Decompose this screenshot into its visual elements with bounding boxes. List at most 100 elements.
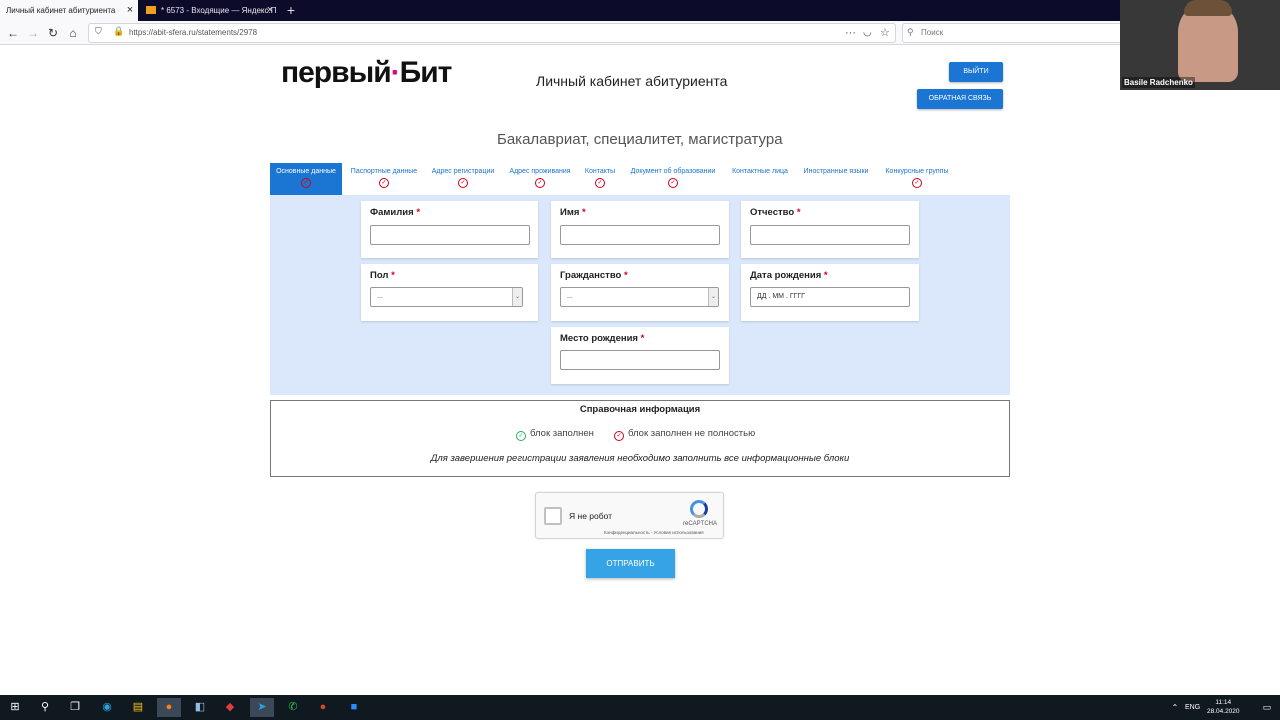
tab-competitive-groups[interactable]: Конкурсные группы ✓ bbox=[880, 163, 954, 195]
submit-button[interactable]: ОТПРАВИТЬ bbox=[586, 549, 675, 578]
patronymic-label: Отчество * bbox=[750, 207, 801, 218]
name-input[interactable] bbox=[560, 225, 720, 245]
browser-tab-active[interactable]: Личный кабинет абитуриента bbox=[0, 0, 138, 21]
tab-label: Паспортные данные bbox=[350, 168, 418, 175]
zoom-icon[interactable]: ■ bbox=[344, 698, 364, 717]
tab-education-document[interactable]: Документ об образовании ✓ bbox=[624, 163, 722, 195]
birthplace-input[interactable] bbox=[560, 350, 720, 370]
info-title: Справочная информация bbox=[579, 404, 701, 415]
logout-button[interactable]: ВЫЙТИ bbox=[949, 62, 1003, 82]
tab-title: Личный кабинет абитуриента bbox=[6, 6, 116, 15]
tab-basic-data[interactable]: Основные данные ✓ bbox=[270, 163, 342, 195]
tab-label: Адрес регистрации bbox=[431, 168, 495, 175]
recaptcha-links[interactable]: Конфиденциальность - Условия использован… bbox=[604, 530, 704, 535]
chevron-down-icon: ⌄ bbox=[708, 288, 718, 306]
select-value: ... bbox=[567, 293, 573, 300]
tab-title: * 6573 - Входящие — Яндекс.П bbox=[161, 6, 277, 15]
gender-select[interactable]: ... ⌄ bbox=[370, 287, 523, 307]
birthdate-card: Дата рождения * ДД . ММ . ГГГГ bbox=[741, 264, 919, 321]
incomplete-check-icon: ✓ bbox=[458, 178, 468, 188]
required-mark: * bbox=[823, 270, 828, 281]
logo-dot: · bbox=[390, 56, 401, 89]
windows-start-icon[interactable]: ⊞ bbox=[5, 698, 25, 717]
name-card: Имя * bbox=[551, 201, 729, 258]
form-tabs: Основные данные ✓ Паспортные данные ✓ Адре… bbox=[270, 163, 1010, 195]
required-mark: * bbox=[640, 333, 645, 344]
chevron-down-icon: ⌄ bbox=[512, 288, 522, 306]
surname-input[interactable] bbox=[370, 225, 530, 245]
clock[interactable]: 11:14 28.04.2020 bbox=[1207, 698, 1240, 716]
label-text: Гражданство bbox=[560, 270, 622, 281]
bookmark-star-icon[interactable]: ☆ bbox=[880, 24, 890, 42]
feedback-button[interactable]: ОБРАТНАЯ СВЯЗЬ bbox=[917, 89, 1003, 109]
page-title: Личный кабинет абитуриента bbox=[536, 73, 728, 89]
recaptcha-brand: reCAPTCHA bbox=[683, 521, 718, 527]
reload-icon[interactable]: ↻ bbox=[44, 24, 62, 42]
label-text: Отчество bbox=[750, 207, 795, 218]
firefox-icon[interactable]: ● bbox=[157, 698, 181, 717]
required-mark: * bbox=[416, 207, 421, 218]
required-mark: * bbox=[624, 270, 628, 281]
citizenship-select[interactable]: ... ⌄ bbox=[560, 287, 719, 307]
tab-contact-persons[interactable]: Контактные лица bbox=[727, 163, 793, 195]
close-icon[interactable]: × bbox=[124, 0, 136, 21]
home-icon[interactable]: ⌂ bbox=[64, 24, 82, 42]
anydesk-icon[interactable]: ◆ bbox=[220, 698, 240, 717]
windows-taskbar: ⊞ ⚲ ❐ ◉ ▤ ● ◧ ◆ ➤ ✆ ● ■ ⌃ ENG 11:14 28.0… bbox=[0, 695, 1280, 720]
label-text: Фамилия bbox=[370, 207, 414, 218]
edge-icon[interactable]: ◉ bbox=[97, 698, 117, 717]
forward-icon[interactable]: → bbox=[24, 24, 42, 42]
tab-residence-address[interactable]: Адрес проживания ✓ bbox=[504, 163, 576, 195]
clock-date: 28.04.2020 bbox=[1207, 708, 1240, 715]
logo[interactable]: первый·Бит bbox=[281, 56, 452, 90]
participant-name: Basile Radchenko bbox=[1122, 77, 1195, 88]
incomplete-check-icon: ✓ bbox=[912, 178, 922, 188]
required-mark: * bbox=[582, 207, 586, 218]
incomplete-check-icon: ✓ bbox=[301, 178, 311, 188]
logo-text-left: первый bbox=[281, 56, 392, 89]
close-icon[interactable]: × bbox=[264, 0, 276, 21]
label-text: Имя bbox=[560, 207, 580, 218]
search-icon[interactable]: ⚲ bbox=[35, 698, 55, 717]
task-view-icon[interactable]: ❐ bbox=[65, 698, 85, 717]
tab-registration-address[interactable]: Адрес регистрации ✓ bbox=[427, 163, 499, 195]
search-icon: ⚲ bbox=[907, 27, 914, 37]
gender-label: Пол * bbox=[370, 270, 395, 281]
app-icon[interactable]: ◧ bbox=[190, 698, 210, 717]
recaptcha-checkbox[interactable] bbox=[544, 507, 562, 525]
tab-contacts[interactable]: Контакты ✓ bbox=[581, 163, 619, 195]
plus-icon[interactable]: + bbox=[285, 0, 297, 21]
language-indicator[interactable]: ENG bbox=[1185, 695, 1200, 720]
more-icon[interactable]: ··· bbox=[845, 24, 856, 42]
patronymic-card: Отчество * bbox=[741, 201, 919, 258]
label-text: Дата рождения bbox=[750, 270, 822, 281]
surname-card: Фамилия * bbox=[361, 201, 538, 258]
program-title: Бакалавриат, специалитет, магистратура bbox=[497, 131, 783, 148]
browser-tab[interactable]: * 6573 - Входящие — Яндекс.П bbox=[141, 0, 279, 21]
birthdate-label: Дата рождения * bbox=[750, 270, 828, 281]
tab-label: Контактные лица bbox=[732, 168, 788, 175]
telegram-icon[interactable]: ➤ bbox=[250, 698, 274, 717]
citizenship-label: Гражданство * bbox=[560, 270, 628, 281]
patronymic-input[interactable] bbox=[750, 225, 910, 245]
browser-tab-bar: Личный кабинет абитуриента × * 6573 - Вх… bbox=[0, 0, 1280, 21]
url-text: https://abit-sfera.ru/statements/2978 bbox=[129, 28, 258, 37]
file-explorer-icon[interactable]: ▤ bbox=[128, 698, 148, 717]
lock-icon: 🔒 bbox=[113, 26, 125, 36]
pocket-icon[interactable]: ◡ bbox=[863, 24, 872, 42]
powerpoint-icon[interactable]: ● bbox=[313, 698, 333, 717]
address-bar[interactable]: ⛉ 🔒 https://abit-sfera.ru/statements/297… bbox=[88, 23, 896, 43]
birthplace-label: Место рождения * bbox=[560, 333, 644, 344]
notifications-icon[interactable]: ▭ bbox=[1257, 698, 1277, 717]
basic-data-form: Фамилия * Имя * Отчество * Пол * ... ⌄ Гр… bbox=[270, 195, 1010, 395]
tray-chevron-up-icon[interactable]: ⌃ bbox=[1165, 698, 1185, 717]
whatsapp-icon[interactable]: ✆ bbox=[283, 698, 303, 717]
birthdate-input[interactable]: ДД . ММ . ГГГГ bbox=[750, 287, 910, 307]
tab-passport-data[interactable]: Паспортные данные ✓ bbox=[345, 163, 423, 195]
search-input[interactable]: Поиск bbox=[902, 23, 1122, 43]
tab-foreign-languages[interactable]: Иностранные языки bbox=[798, 163, 874, 195]
participant-hair bbox=[1184, 0, 1232, 16]
birthplace-card: Место рождения * bbox=[551, 327, 729, 384]
tab-label: Документ об образовании bbox=[630, 168, 716, 175]
back-icon[interactable]: ← bbox=[4, 24, 22, 42]
